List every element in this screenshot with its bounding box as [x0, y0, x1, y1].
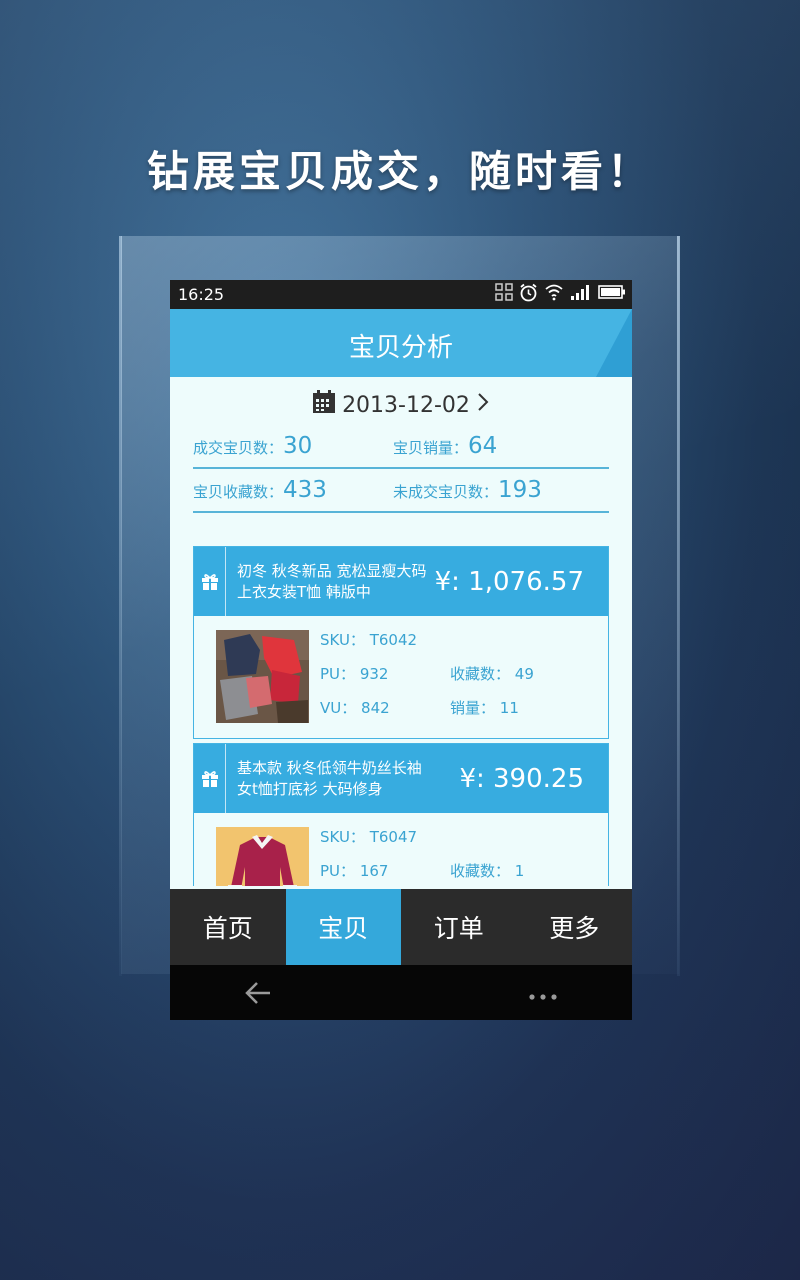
item-price: ¥: 390.25 — [459, 764, 584, 794]
stats-row-1: 成交宝贝数：30 宝贝销量：64 — [193, 425, 609, 469]
stat-value: 433 — [283, 477, 327, 503]
item-favorites: 收藏数： 49 — [450, 663, 534, 684]
fav-label: 收藏数： — [450, 665, 511, 683]
sales-value: 11 — [499, 699, 519, 717]
item-list[interactable]: 初冬 秋冬新品 宽松显瘦大码上衣女装T恤 韩版中 ¥: 1,076.57 SKU… — [193, 546, 609, 886]
stat-label: 宝贝销量： — [393, 439, 469, 457]
gift-icon — [194, 744, 226, 813]
stats-panel: 成交宝贝数：30 宝贝销量：64 宝贝收藏数：433 未成交宝贝数：193 — [193, 425, 609, 513]
item-name: 初冬 秋冬新品 宽松显瘦大码上衣女装T恤 韩版中 — [237, 562, 427, 601]
stats-row-2: 宝贝收藏数：433 未成交宝贝数：193 — [193, 469, 609, 513]
pu-label: PU： — [320, 665, 356, 683]
item-sku: SKU： T6042 — [320, 629, 417, 650]
qr-icon — [495, 283, 513, 305]
stat-label: 未成交宝贝数： — [393, 483, 499, 501]
wifi-icon — [544, 283, 564, 305]
item-thumbnail — [216, 827, 309, 886]
item-name: 基本款 秋冬低领牛奶丝长袖女t恤打底衫 大码修身 — [237, 759, 422, 798]
sales-label: 销量： — [450, 699, 496, 717]
stat-value: 64 — [468, 433, 498, 459]
phone-screen: 16:25 宝贝分析 2013-12-02 成交宝贝数：30 宝贝销量：64 宝… — [170, 280, 632, 1020]
stat-label: 宝贝收藏数： — [193, 483, 284, 501]
tab-more[interactable]: 更多 — [517, 889, 633, 965]
item-sku: SKU： T6047 — [320, 826, 417, 847]
item-favorites: 收藏数： 1 — [450, 860, 524, 881]
tab-items[interactable]: 宝贝 — [285, 889, 401, 965]
list-item[interactable]: 基本款 秋冬低领牛奶丝长袖女t恤打底衫 大码修身 ¥: 390.25 SKU： … — [193, 743, 609, 886]
back-arrow-icon[interactable] — [244, 980, 272, 1010]
tab-orders[interactable]: 订单 — [401, 889, 517, 965]
date-value: 2013-12-02 — [342, 392, 470, 418]
stat-undealt: 未成交宝贝数：193 — [393, 477, 542, 503]
item-header: 初冬 秋冬新品 宽松显瘦大码上衣女装T恤 韩版中 ¥: 1,076.57 — [194, 547, 608, 616]
item-header: 基本款 秋冬低领牛奶丝长袖女t恤打底衫 大码修身 ¥: 390.25 — [194, 744, 608, 813]
more-dots-icon[interactable] — [528, 987, 558, 1006]
vu-label: VU： — [320, 699, 357, 717]
item-body: SKU： T6042 PU： 932 收藏数： 49 VU： 842 销量： 1… — [194, 616, 608, 740]
glass-edge-right — [677, 236, 680, 976]
sku-value: T6042 — [369, 631, 418, 649]
item-pu: PU： 167 — [320, 860, 388, 881]
sku-label: SKU： — [320, 828, 365, 846]
status-time: 16:25 — [178, 285, 225, 304]
fav-label: 收藏数： — [450, 862, 511, 880]
sku-label: SKU： — [320, 631, 365, 649]
stat-favorites: 宝贝收藏数：433 — [193, 477, 327, 503]
promo-headline: 钻展宝贝成交，随时看！ — [146, 147, 653, 196]
item-vu: VU： 842 — [320, 697, 390, 718]
sku-value: T6047 — [369, 828, 418, 846]
chevron-right-icon[interactable] — [476, 392, 490, 418]
vu-value: 842 — [361, 699, 390, 717]
glass-edge-left — [119, 236, 122, 976]
fav-value: 49 — [514, 665, 534, 683]
item-sales: 销量： 11 — [450, 697, 519, 718]
stat-sales: 宝贝销量：64 — [393, 433, 497, 459]
system-nav-bar — [170, 965, 632, 1020]
stat-value: 193 — [498, 477, 542, 503]
gift-icon — [194, 547, 226, 616]
item-price: ¥: 1,076.57 — [434, 567, 584, 597]
page-title: 宝贝分析 — [348, 333, 453, 363]
status-bar: 16:25 — [170, 280, 632, 309]
tab-home[interactable]: 首页 — [170, 889, 286, 965]
alarm-icon — [519, 283, 538, 306]
status-icons — [495, 283, 626, 306]
stat-label: 成交宝贝数： — [193, 439, 284, 457]
date-selector[interactable]: 2013-12-02 — [170, 390, 632, 420]
item-body: SKU： T6047 PU： 167 收藏数： 1 — [194, 813, 608, 886]
bottom-tab-bar: 首页 宝贝 订单 更多 — [170, 889, 632, 965]
item-pu: PU： 932 — [320, 663, 388, 684]
item-thumbnail — [216, 630, 309, 723]
stat-deal-items: 成交宝贝数：30 — [193, 433, 312, 459]
calendar-icon — [312, 390, 336, 420]
fav-value: 1 — [514, 862, 525, 880]
stat-value: 30 — [283, 433, 313, 459]
pu-label: PU： — [320, 862, 356, 880]
battery-icon — [598, 284, 626, 304]
list-item[interactable]: 初冬 秋冬新品 宽松显瘦大码上衣女装T恤 韩版中 ¥: 1,076.57 SKU… — [193, 546, 609, 739]
pu-value: 167 — [359, 862, 389, 880]
app-header: 宝贝分析 — [170, 309, 632, 377]
pu-value: 932 — [359, 665, 389, 683]
signal-icon — [570, 283, 592, 305]
